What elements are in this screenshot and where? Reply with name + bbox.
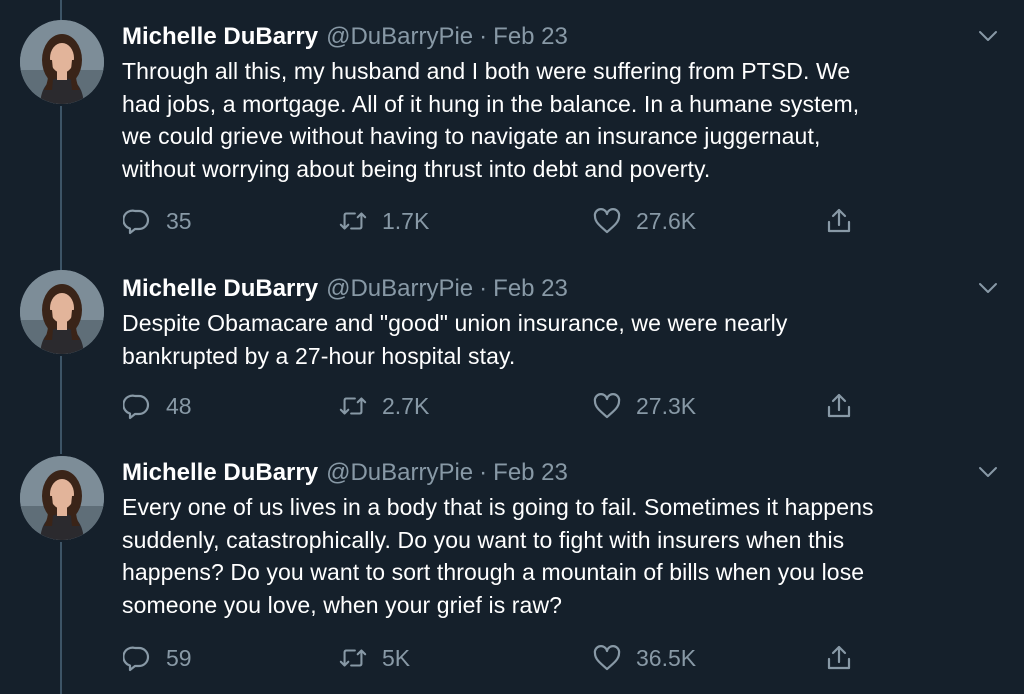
reply-icon — [122, 643, 152, 673]
share-icon — [824, 206, 854, 236]
retweet-button[interactable]: 2.7K — [338, 388, 429, 424]
tweet-text-line: Through all this, my husband and I both … — [122, 58, 851, 84]
tweet-text-line: Every one of us lives in a body that is … — [122, 494, 874, 520]
reply-button[interactable]: 59 — [122, 640, 192, 676]
avatar-photo — [20, 20, 104, 104]
tweet-text-line: had jobs, a mortgage. All of it hung in … — [122, 90, 860, 117]
tweet-text-line: without worrying about being thrust into… — [122, 155, 711, 182]
retweet-icon — [338, 391, 368, 421]
like-icon — [592, 391, 622, 421]
share-icon — [824, 391, 854, 421]
reply-icon — [122, 206, 152, 236]
tweet-thread: Michelle DuBarry @DuBarryPie · Feb 23 Th… — [0, 0, 1024, 694]
retweet-button[interactable]: 1.7K — [338, 203, 429, 239]
share-button[interactable] — [824, 388, 854, 424]
avatar[interactable] — [20, 270, 104, 354]
like-button[interactable]: 27.6K — [592, 203, 696, 239]
avatar-photo — [20, 456, 104, 540]
author-handle[interactable]: @DuBarryPie — [326, 23, 473, 51]
chevron-down-icon[interactable] — [976, 24, 1000, 48]
author-name[interactable]: Michelle DuBarry — [122, 23, 318, 51]
retweet-count: 1.7K — [382, 207, 430, 234]
like-button[interactable]: 36.5K — [592, 640, 696, 676]
reply-count: 59 — [166, 644, 192, 671]
tweet-header: Michelle DuBarry @DuBarryPie · Feb 23 — [122, 22, 1004, 52]
tweet-date[interactable]: Feb 23 — [493, 459, 568, 487]
tweet-date[interactable]: Feb 23 — [493, 23, 568, 51]
author-name[interactable]: Michelle DuBarry — [122, 275, 318, 303]
tweet-actions: 35 1.7K 27.6K — [122, 203, 862, 239]
tweet-text-line: happens? Do you want to sort through a m… — [122, 559, 865, 585]
like-icon — [592, 206, 622, 236]
chevron-down-icon[interactable] — [976, 460, 1000, 484]
author-name[interactable]: Michelle DuBarry — [122, 459, 318, 487]
tweet-text: Through all this, my husband and I both … — [122, 55, 1004, 185]
like-icon — [592, 643, 622, 673]
tweet-text-line: bankrupted by a 27-hour hospital stay. — [122, 342, 516, 369]
tweet-header: Michelle DuBarry @DuBarryPie · Feb 23 — [122, 458, 1004, 488]
tweet[interactable]: Michelle DuBarry @DuBarryPie · Feb 23 De… — [0, 250, 1024, 436]
retweet-button[interactable]: 5K — [338, 640, 410, 676]
author-handle[interactable]: @DuBarryPie — [326, 459, 473, 487]
like-count: 27.6K — [636, 207, 697, 234]
tweet[interactable]: Michelle DuBarry @DuBarryPie · Feb 23 Th… — [0, 0, 1024, 250]
share-button[interactable] — [824, 640, 854, 676]
tweet-text-line: we could grieve without having to naviga… — [122, 123, 821, 149]
reply-button[interactable]: 48 — [122, 388, 192, 424]
retweet-icon — [338, 206, 368, 236]
like-count: 36.5K — [636, 644, 697, 671]
retweet-count: 2.7K — [382, 392, 430, 419]
retweet-count: 5K — [382, 644, 411, 671]
separator-dot: · — [479, 23, 488, 50]
tweet[interactable]: Michelle DuBarry @DuBarryPie · Feb 23 Ev… — [0, 436, 1024, 694]
separator-dot: · — [479, 459, 488, 486]
reply-count: 35 — [166, 207, 192, 234]
tweet-header: Michelle DuBarry @DuBarryPie · Feb 23 — [122, 274, 1004, 304]
tweet-actions: 59 5K 36.5K — [122, 640, 862, 676]
tweet-text-line: Despite Obamacare and "good" union insur… — [122, 310, 788, 336]
reply-icon — [122, 391, 152, 421]
tweet-text-line: someone you love, when your grief is raw… — [122, 591, 563, 618]
retweet-icon — [338, 643, 368, 673]
share-icon — [824, 643, 854, 673]
reply-button[interactable]: 35 — [122, 203, 192, 239]
tweet-text: Despite Obamacare and "good" union insur… — [122, 307, 1004, 372]
tweet-actions: 48 2.7K 27.3K — [122, 388, 862, 424]
share-button[interactable] — [824, 203, 854, 239]
chevron-down-icon[interactable] — [976, 276, 1000, 300]
like-button[interactable]: 27.3K — [592, 388, 696, 424]
reply-count: 48 — [166, 392, 192, 419]
separator-dot: · — [479, 275, 488, 302]
avatar[interactable] — [20, 20, 104, 104]
like-count: 27.3K — [636, 392, 697, 419]
tweet-text: Every one of us lives in a body that is … — [122, 491, 1004, 621]
author-handle[interactable]: @DuBarryPie — [326, 275, 473, 303]
avatar-photo — [20, 270, 104, 354]
tweet-date[interactable]: Feb 23 — [493, 275, 568, 303]
avatar[interactable] — [20, 456, 104, 540]
tweet-text-line: suddenly, catastrophically. Do you want … — [122, 526, 845, 553]
